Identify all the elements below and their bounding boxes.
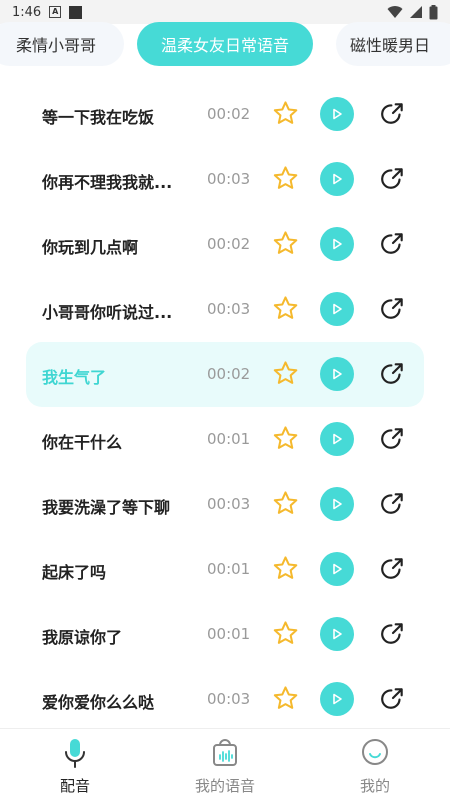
signal-icon: [410, 6, 422, 18]
bottom-nav: 配音 我的语音 我的: [0, 728, 450, 800]
play-button[interactable]: [320, 162, 354, 196]
star-icon[interactable]: [272, 620, 299, 647]
play-icon: [333, 368, 342, 380]
play-icon: [333, 498, 342, 510]
list-item[interactable]: 你玩到几点啊 00:02: [0, 212, 450, 277]
list-item[interactable]: 你再不理我我就... 00:03: [0, 147, 450, 212]
item-title: 我生气了: [42, 368, 107, 387]
star-icon[interactable]: [272, 490, 299, 517]
share-icon[interactable]: [380, 425, 406, 451]
list-item[interactable]: 我要洗澡了等下聊 00:03: [0, 472, 450, 537]
notification-a-icon: A: [49, 6, 62, 18]
item-duration: 00:02: [207, 365, 251, 383]
play-button[interactable]: [320, 97, 354, 131]
nav-label: 我的语音: [194, 777, 255, 795]
item-title: 我原谅你了: [42, 628, 123, 647]
share-icon[interactable]: [380, 165, 406, 191]
item-duration: 00:03: [207, 690, 251, 708]
play-icon: [333, 628, 342, 640]
item-duration: 00:03: [207, 300, 251, 318]
wifi-icon: [387, 6, 403, 19]
play-button[interactable]: [320, 227, 354, 261]
item-duration: 00:01: [207, 625, 251, 643]
item-title: 你再不理我我就...: [42, 173, 173, 192]
star-icon[interactable]: [272, 555, 299, 582]
share-icon[interactable]: [380, 555, 406, 581]
star-icon[interactable]: [272, 165, 299, 192]
play-icon: [333, 238, 342, 250]
play-icon: [333, 433, 342, 445]
nav-dubbing[interactable]: 配音: [20, 737, 130, 796]
item-duration: 00:02: [207, 105, 251, 123]
play-icon: [333, 563, 342, 575]
item-duration: 00:01: [207, 560, 251, 578]
item-duration: 00:01: [207, 430, 251, 448]
tab-warm-man[interactable]: 磁性暖男日: [336, 22, 450, 66]
notification-square-icon: [69, 5, 83, 19]
item-title: 我要洗澡了等下聊: [42, 498, 171, 517]
star-icon[interactable]: [272, 685, 299, 712]
play-button[interactable]: [320, 357, 354, 391]
play-icon: [333, 303, 342, 315]
item-title: 小哥哥你听说过...: [42, 303, 173, 322]
item-duration: 00:02: [207, 235, 251, 253]
voice-bag-icon: [213, 739, 237, 766]
share-icon[interactable]: [380, 295, 406, 321]
list-item[interactable]: 我原谅你了 00:01: [0, 602, 450, 667]
category-tabs: 柔情小哥哥 温柔女友日常语音 磁性暖男日: [0, 18, 450, 68]
list-item[interactable]: 等一下我在吃饭 00:02: [0, 82, 450, 147]
item-title: 你玩到几点啊: [42, 238, 139, 257]
tab-girlfriend-daily[interactable]: 温柔女友日常语音: [137, 22, 313, 66]
star-icon[interactable]: [272, 100, 299, 127]
smiley-icon: [362, 739, 388, 765]
item-duration: 00:03: [207, 170, 251, 188]
play-button[interactable]: [320, 422, 354, 456]
share-icon[interactable]: [380, 620, 406, 646]
star-icon[interactable]: [272, 425, 299, 452]
list-item[interactable]: 起床了吗 00:01: [0, 537, 450, 602]
star-icon[interactable]: [272, 360, 299, 387]
play-icon: [333, 693, 342, 705]
play-button[interactable]: [320, 682, 354, 716]
item-title: 起床了吗: [42, 563, 107, 582]
play-button[interactable]: [320, 617, 354, 651]
item-duration: 00:03: [207, 495, 251, 513]
item-title: 等一下我在吃饭: [42, 108, 155, 127]
share-icon[interactable]: [380, 100, 406, 126]
list-item[interactable]: 小哥哥你听说过... 00:03: [0, 277, 450, 342]
microphone-icon: [65, 739, 85, 768]
play-icon: [333, 108, 342, 120]
list-item-active[interactable]: 我生气了 00:02: [0, 342, 450, 407]
item-title: 爱你爱你么么哒: [42, 693, 155, 712]
voice-list: 等一下我在吃饭 00:02 你再不理我我就... 00:03 你玩到几点啊 00:02…: [0, 82, 450, 732]
nav-label: 我的: [359, 777, 390, 795]
nav-label: 配音: [59, 777, 90, 795]
play-button[interactable]: [320, 552, 354, 586]
star-icon[interactable]: [272, 230, 299, 257]
share-icon[interactable]: [380, 685, 406, 711]
nav-mine[interactable]: 我的: [320, 737, 430, 796]
share-icon[interactable]: [380, 230, 406, 256]
tab-gentle-boy[interactable]: 柔情小哥哥: [0, 22, 124, 66]
share-icon[interactable]: [380, 490, 406, 516]
list-item[interactable]: 你在干什么 00:01: [0, 407, 450, 472]
list-item[interactable]: 爱你爱你么么哒 00:03: [0, 667, 450, 732]
play-button[interactable]: [320, 487, 354, 521]
nav-my-voices[interactable]: 我的语音: [170, 737, 280, 796]
play-button[interactable]: [320, 292, 354, 326]
play-icon: [333, 173, 342, 185]
item-title: 你在干什么: [42, 433, 123, 452]
star-icon[interactable]: [272, 295, 299, 322]
share-icon[interactable]: [380, 360, 406, 386]
